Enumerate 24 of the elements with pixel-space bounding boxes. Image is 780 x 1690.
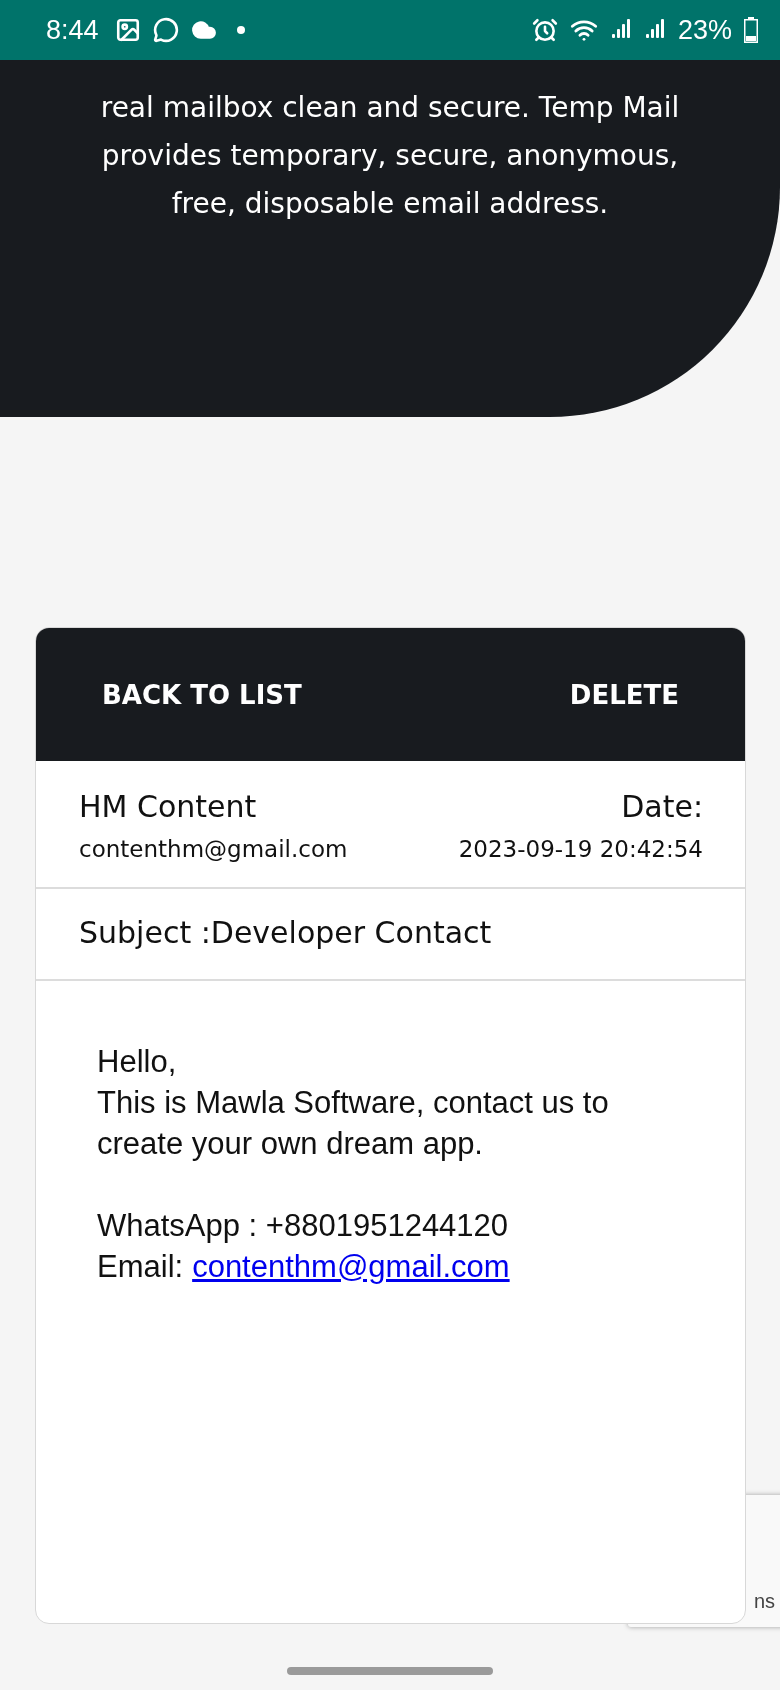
- message-text: This is Mawla Software, contact us to create your own dream app.: [97, 1084, 610, 1163]
- delete-button[interactable]: DELETE: [555, 671, 693, 718]
- email-label: Email:: [97, 1248, 184, 1286]
- battery-percent: 23%: [677, 14, 732, 46]
- alarm-icon: [531, 17, 558, 43]
- hero-text: provides temporary, secure, anonymous,: [101, 138, 679, 174]
- message-date: 2023-09-19 20:42:54: [458, 835, 703, 864]
- battery-icon: [744, 17, 758, 43]
- hero-text: free, disposable email address.: [171, 186, 609, 222]
- home-indicator[interactable]: [287, 1667, 493, 1675]
- gallery-icon: [114, 17, 141, 43]
- sender-email: contenthm@gmail.com: [79, 835, 348, 864]
- greeting-text: Hello,: [97, 1043, 178, 1081]
- sender-name: HM Content: [79, 788, 258, 826]
- status-time: 8:44: [46, 14, 99, 46]
- message-subject: Subject :Developer Contact: [79, 915, 492, 950]
- hero-text: real mailbox clean and secure. Temp Mail: [100, 90, 680, 126]
- email-link[interactable]: contenthm@gmail.com: [192, 1246, 510, 1287]
- chat-bubble-icon: [152, 17, 179, 43]
- back-to-list-button[interactable]: BACK TO LIST: [88, 671, 316, 718]
- date-label: Date:: [621, 788, 703, 826]
- badge-text: ns: [754, 1590, 776, 1613]
- whatsapp-text: WhatsApp : +8801951244120: [97, 1207, 510, 1245]
- notification-dot-icon: [236, 26, 245, 34]
